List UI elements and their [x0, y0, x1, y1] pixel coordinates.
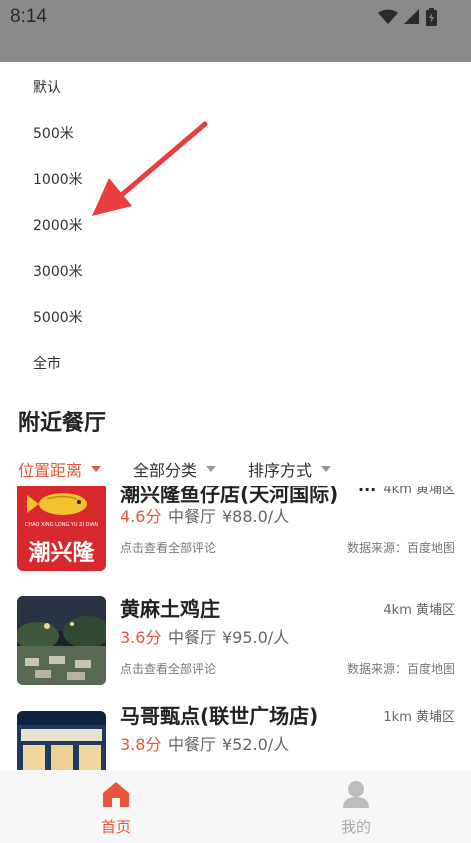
filter-sort-label: 排序方式: [248, 461, 313, 480]
data-source: 数据来源：百度地图: [346, 662, 455, 676]
status-icons: [378, 8, 437, 26]
dropdown-option-5000m[interactable]: 5000米: [33, 307, 83, 327]
filter-sort[interactable]: 排序方式: [248, 457, 332, 481]
restaurant-category: 中餐厅: [168, 507, 217, 526]
dropdown-option-default[interactable]: 默认: [33, 77, 61, 97]
caret-down-icon: [91, 466, 102, 472]
restaurant-rating: 3.8分: [120, 735, 162, 754]
caret-down-icon: [321, 466, 332, 472]
restaurant-distance: 1km 黄埔区: [383, 710, 455, 725]
restaurant-photo-image: [17, 596, 106, 685]
tab-home-label: 首页: [100, 818, 131, 836]
status-bar: 8:14: [0, 0, 471, 62]
restaurant-logo: CHAO XING LONG YU ZI DIAN 潮兴隆: [17, 486, 106, 571]
restaurant-distance: 4km 黄埔区: [383, 603, 455, 618]
section-title: 附近餐厅: [18, 411, 107, 436]
filter-distance[interactable]: 位置距离: [18, 457, 102, 481]
filter-category-label: 全部分类: [133, 461, 198, 480]
battery-icon: [426, 8, 437, 26]
restaurant-name[interactable]: 黄麻土鸡庄: [120, 593, 220, 622]
restaurant-price: ¥88.0/人: [222, 507, 290, 526]
logo-text: 潮兴隆: [28, 541, 95, 566]
restaurant-distance: 4km 黄埔区: [383, 486, 455, 497]
signal-icon: [404, 9, 419, 24]
data-source: 数据来源：百度地图: [346, 541, 455, 555]
restaurant-photo: [17, 596, 106, 685]
restaurant-rating: 4.6分: [120, 507, 162, 526]
dropdown-option-1000m[interactable]: 1000米: [33, 169, 83, 189]
review-link[interactable]: 点击查看全部评论: [120, 660, 216, 677]
restaurant-photo: [17, 711, 106, 770]
bottom-tab-bar: 首页 我的: [0, 770, 471, 843]
dropdown-option-3000m[interactable]: 3000米: [33, 261, 83, 281]
restaurant-price: ¥95.0/人: [222, 628, 290, 647]
review-link[interactable]: 点击查看全部评论: [120, 539, 216, 556]
filter-category[interactable]: 全部分类: [133, 457, 217, 481]
restaurant-price: ¥52.0/人: [222, 735, 290, 754]
distance-dropdown: 默认 500米 1000米 2000米 3000米 5000米 全市: [0, 62, 471, 392]
restaurant-card[interactable]: 马哥甄点(联世广场店) 1km 黄埔区 3.8分 中餐厅 ¥52.0/人: [0, 702, 471, 770]
more-ellipsis: ...: [358, 486, 376, 495]
dropdown-option-500m[interactable]: 500米: [33, 123, 74, 143]
logo-subtext: CHAO XING LONG YU ZI DIAN: [24, 522, 99, 528]
restaurant-list[interactable]: CHAO XING LONG YU ZI DIAN 潮兴隆 潮兴隆鱼仔店(天河国…: [0, 486, 471, 770]
caret-down-icon: [206, 466, 217, 472]
restaurant-photo-image: [17, 711, 106, 770]
dropdown-option-2000m[interactable]: 2000米: [33, 215, 83, 235]
user-icon: [343, 781, 369, 808]
filter-bar: 位置距离 全部分类 排序方式: [0, 448, 471, 486]
wifi-icon: [378, 9, 398, 24]
tab-home[interactable]: 首页: [66, 780, 166, 837]
home-icon: [103, 782, 129, 807]
restaurant-card[interactable]: 黄麻土鸡庄 4km 黄埔区 3.6分 中餐厅 ¥95.0/人 点击查看全部评论 …: [0, 587, 471, 697]
tab-profile[interactable]: 我的: [306, 780, 406, 837]
status-time: 8:14: [10, 6, 47, 27]
dropdown-option-citywide[interactable]: 全市: [33, 353, 61, 373]
restaurant-rating: 3.6分: [120, 628, 162, 647]
restaurant-category: 中餐厅: [168, 735, 217, 754]
restaurant-category: 中餐厅: [168, 628, 217, 647]
restaurant-card[interactable]: CHAO XING LONG YU ZI DIAN 潮兴隆 潮兴隆鱼仔店(天河国…: [0, 486, 471, 582]
restaurant-name[interactable]: 马哥甄点(联世广场店): [120, 700, 318, 729]
filter-distance-label: 位置距离: [18, 461, 83, 480]
tab-profile-label: 我的: [340, 818, 371, 836]
